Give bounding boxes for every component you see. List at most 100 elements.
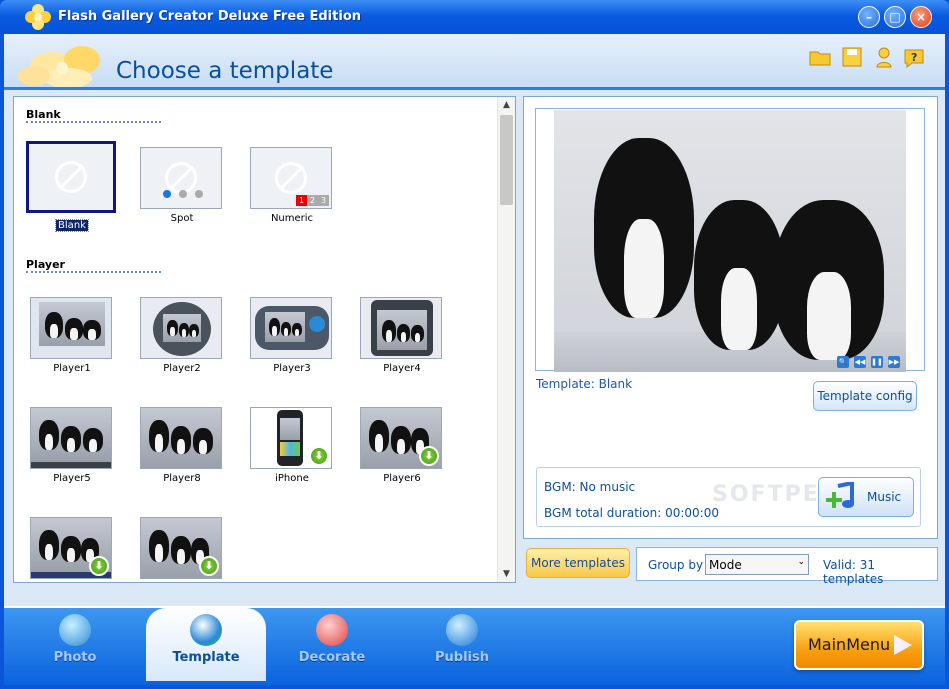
bottom-nav: Photo Template Decorate Publish MainMenu <box>4 606 945 685</box>
more-templates-button[interactable]: More templates <box>526 548 630 578</box>
publish-icon <box>446 614 478 646</box>
title-bar: Flash Gallery Creator Deluxe Free Editio… <box>0 0 949 34</box>
header: Choose a template ? <box>4 34 945 90</box>
svg-text:?: ? <box>911 51 917 64</box>
tab-label: Photo <box>53 650 97 665</box>
tab-decorate[interactable]: Decorate <box>287 614 377 674</box>
template-thumbnail <box>360 297 442 359</box>
template-player4[interactable]: Player4 <box>360 297 444 374</box>
template-thumbnail: 123 <box>250 147 332 209</box>
template-player5[interactable]: Player5 <box>30 407 114 484</box>
template-list-scrollbar[interactable]: ▲ ▼ <box>497 97 515 582</box>
tab-template[interactable]: Template <box>146 608 266 681</box>
tab-label: Publish <box>435 650 489 665</box>
template-numeric[interactable]: 123 Numeric <box>250 147 334 224</box>
player-controls <box>31 462 111 468</box>
help-person-icon[interactable] <box>872 45 896 69</box>
minimize-icon[interactable]: – <box>858 6 880 28</box>
chevron-down-icon: ⌄ <box>797 557 805 567</box>
arrow-right-icon <box>894 635 912 655</box>
group-by-select[interactable]: Mode ⌄ <box>705 554 809 575</box>
template-label: iPhone <box>275 473 309 484</box>
template-thumbnail: ⬇ <box>250 407 332 469</box>
group-by-value: Mode <box>709 558 742 572</box>
section-divider <box>26 271 161 273</box>
template-blank[interactable]: Blank <box>26 141 116 232</box>
download-icon: ⬇ <box>419 446 439 466</box>
slideshow-controls: 🔍 ◀◀ ❚❚ ▶▶ <box>832 349 900 368</box>
download-icon: ⬇ <box>89 556 109 576</box>
template-player2[interactable]: Player2 <box>140 297 224 374</box>
template-label: Player2 <box>163 363 201 374</box>
puppy-photo <box>141 408 221 468</box>
scroll-up-icon[interactable]: ▲ <box>498 97 515 113</box>
flower-logo-icon <box>18 46 100 88</box>
template-thumbnail <box>140 147 222 209</box>
template-label: Player8 <box>163 473 201 484</box>
numeric-indicator: 123 <box>296 195 329 206</box>
template-thumbnail <box>30 407 112 469</box>
section-title-blank: Blank <box>26 108 61 121</box>
main-frame: Choose a template ? Blank Blank Spot 123 <box>4 34 945 685</box>
iphone-apps <box>280 442 300 456</box>
maximize-icon[interactable]: □ <box>884 6 906 28</box>
pause-icon[interactable]: ❚❚ <box>871 356 883 368</box>
scroll-thumb[interactable] <box>500 115 513 205</box>
tab-photo[interactable]: Photo <box>30 614 120 674</box>
template-thumbnail <box>140 407 222 469</box>
puppy-photo <box>31 408 111 462</box>
template-player-more[interactable]: ⬇ <box>140 517 224 582</box>
spot-dots-icon <box>163 183 211 202</box>
player-knob-icon <box>309 316 325 332</box>
bgm-label: BGM: No music <box>544 480 636 494</box>
save-icon[interactable] <box>840 45 864 69</box>
music-label: Music <box>867 490 902 504</box>
zoom-icon[interactable]: 🔍 <box>837 356 849 368</box>
template-list-panel: Blank Blank Spot 123 Numeric Player Play… <box>13 96 516 583</box>
template-player6[interactable]: ⬇ Player6 <box>360 407 444 484</box>
tab-publish[interactable]: Publish <box>417 614 507 674</box>
template-info: Template: Blank <box>536 377 633 391</box>
template-label: Player6 <box>383 473 421 484</box>
preview-panel: 🔍 ◀◀ ❚❚ ▶▶ Template: Blank Template config … <box>523 96 938 539</box>
close-icon[interactable]: × <box>910 6 932 28</box>
template-config-button[interactable]: Template config <box>813 381 917 411</box>
next-icon[interactable]: ▶▶ <box>888 356 900 368</box>
puppy-photo <box>265 312 305 342</box>
template-player1[interactable]: Player1 <box>30 297 114 374</box>
template-thumbnail <box>30 297 112 359</box>
help-icon[interactable]: ? <box>902 45 926 69</box>
template-label: Spot <box>170 213 194 224</box>
template-thumbnail <box>250 297 332 359</box>
bgm-box: SOFTPEDIA BGM: No music BGM total durati… <box>536 467 921 527</box>
template-iphone[interactable]: ⬇ iPhone <box>250 407 334 484</box>
puppy-photo <box>280 418 300 440</box>
template-player8[interactable]: Player8 <box>140 407 224 484</box>
music-note-icon <box>826 482 854 508</box>
header-divider <box>4 87 945 90</box>
download-icon: ⬇ <box>199 556 219 576</box>
preview-frame: 🔍 ◀◀ ❚❚ ▶▶ <box>535 108 925 372</box>
prev-icon[interactable]: ◀◀ <box>854 356 866 368</box>
music-button[interactable]: Music <box>818 477 914 517</box>
template-player3[interactable]: Player3 <box>250 297 334 374</box>
template-icon <box>190 614 222 646</box>
app-logo-icon <box>25 4 51 30</box>
template-spot[interactable]: Spot <box>140 147 224 224</box>
main-menu-label: MainMenu <box>808 635 891 654</box>
window-title: Flash Gallery Creator Deluxe Free Editio… <box>58 9 361 24</box>
template-label: Blank <box>55 219 89 232</box>
template-label: Player5 <box>53 473 91 484</box>
folder-icon[interactable] <box>808 45 832 69</box>
photo-icon <box>59 614 91 646</box>
group-by-bar: Group by Mode ⌄ Valid: 31 templates <box>636 547 938 586</box>
heart-icon <box>316 614 348 646</box>
template-label: Player3 <box>273 363 311 374</box>
template-thumbnail <box>140 297 222 359</box>
template-thumbnail: ⬇ <box>140 517 222 579</box>
tab-label: Decorate <box>298 650 366 665</box>
no-image-icon <box>275 162 307 194</box>
scroll-down-icon[interactable]: ▼ <box>498 566 515 582</box>
main-menu-button[interactable]: MainMenu <box>794 620 924 670</box>
template-player-more[interactable]: ⬇ <box>30 517 114 582</box>
